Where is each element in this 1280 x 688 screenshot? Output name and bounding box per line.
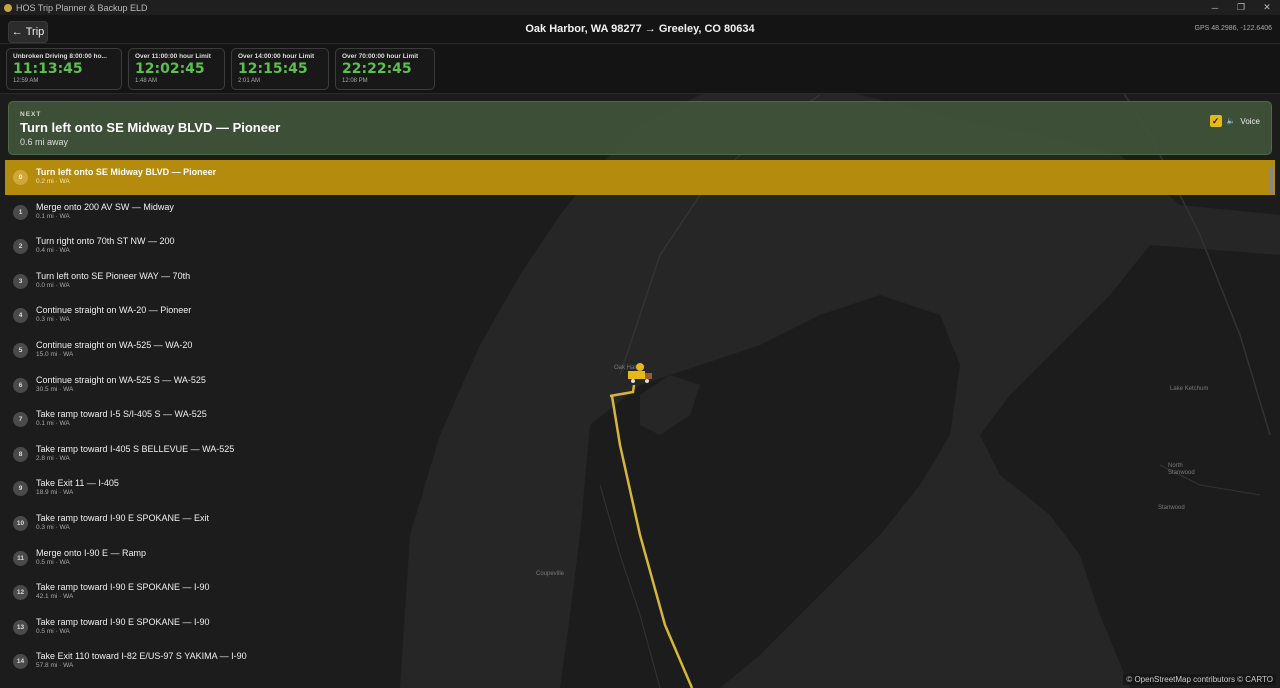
step-number: 12 <box>13 585 28 601</box>
step-row[interactable]: 14 Take Exit 110 toward I-82 E/US-97 S YA… <box>5 644 1275 679</box>
hos-card-14-hour: Over 14:00:00 hour Limit 12:15:45 2:01 A… <box>231 48 329 90</box>
next-instruction-panel: NEXT Turn left onto SE Midway BLVD — Pio… <box>8 101 1272 155</box>
close-icon[interactable]: ✕ <box>1254 0 1280 15</box>
window-titlebar: HOS Trip Planner & Backup ELD ─ ❐ ✕ <box>0 0 1280 15</box>
hos-card-value: 11:13:45 <box>13 61 83 77</box>
step-number: 8 <box>13 446 28 462</box>
hos-card-label: Over 14:00:00 hour Limit <box>238 53 315 60</box>
step-instruction: Turn left onto SE Pioneer WAY — 70th <box>36 270 191 281</box>
step-meta: 2.8 mi · WA <box>36 454 70 462</box>
step-row[interactable]: 12 Take ramp toward I-90 E SPOKANE — I-90… <box>5 575 1275 610</box>
app-logo-icon <box>4 3 12 12</box>
step-instruction: Take Exit 11 — I-405 <box>36 478 119 489</box>
voice-checkbox[interactable]: ✓ <box>1209 115 1222 127</box>
step-number: 0 <box>13 170 28 185</box>
hos-card-time: 2:01 AM <box>238 78 261 84</box>
maximize-icon[interactable]: ❐ <box>1228 0 1254 15</box>
step-instruction: Merge onto 200 AV SW — Midway <box>36 201 174 212</box>
window-title: HOS Trip Planner & Backup ELD <box>16 2 148 13</box>
step-row[interactable]: 7 Take ramp toward I-5 S/I-405 S — WA-525… <box>5 402 1275 437</box>
step-number: 14 <box>13 654 28 670</box>
step-number: 3 <box>13 273 28 289</box>
steps-scrollbar[interactable] <box>1270 166 1273 194</box>
hos-card-time: 12:08 PM <box>342 78 368 84</box>
hos-card-time: 1:48 AM <box>135 78 158 84</box>
step-row[interactable]: 5 Continue straight on WA-525 — WA-20 15.0… <box>5 333 1275 368</box>
step-meta: 0.1 mi · WA <box>36 420 70 428</box>
step-row[interactable]: 9 Take Exit 11 — I-405 18.9 mi · WA <box>5 471 1275 506</box>
step-number: 5 <box>13 342 28 358</box>
step-row[interactable]: 1 Merge onto 200 AV SW — Midway 0.1 mi · W… <box>5 195 1275 230</box>
step-row[interactable]: 11 Merge onto I-90 E — Ramp 0.5 mi · WA <box>5 541 1275 576</box>
step-meta: 15.0 mi · WA <box>36 350 74 358</box>
hos-card-70-hour: Over 70:00:00 hour Limit 22:22:45 12:08 … <box>335 48 435 90</box>
voice-toggle[interactable]: ✓ 🔈 Voice <box>1209 115 1260 127</box>
hos-card-unbroken-driving: Unbroken Driving 8:00:00 ho... 11:13:45 … <box>6 48 122 90</box>
gps-coordinates: GPS 48.2986, -122.6406 <box>1194 25 1272 32</box>
step-number: 11 <box>13 550 28 566</box>
speaker-icon: 🔈 <box>1226 118 1236 125</box>
step-number: 1 <box>13 204 28 220</box>
turn-by-turn-list[interactable]: 0 Turn left onto SE Midway BLVD — Pioneer… <box>5 160 1275 688</box>
step-meta: 0.4 mi · WA <box>36 247 70 255</box>
step-meta: 0.1 mi · WA <box>36 212 70 220</box>
step-meta: 0.3 mi · WA <box>36 316 70 324</box>
step-instruction: Take ramp toward I-90 E SPOKANE — Exit <box>36 512 210 523</box>
step-number: 2 <box>13 239 28 255</box>
step-meta: 0.5 mi · WA <box>36 558 70 566</box>
next-label: NEXT <box>20 111 42 118</box>
step-number: 9 <box>13 481 28 497</box>
hos-card-value: 12:15:45 <box>238 61 308 77</box>
step-number: 6 <box>13 377 28 393</box>
step-row[interactable]: 0 Turn left onto SE Midway BLVD — Pioneer… <box>5 160 1275 195</box>
route-title: Oak Harbor, WA 98277 → Greeley, CO 80634 <box>525 23 755 35</box>
next-instruction: Turn left onto SE Midway BLVD — Pioneer <box>20 120 281 135</box>
step-instruction: Take ramp toward I-90 E SPOKANE — I-90 <box>36 582 210 593</box>
route-header: ← Trip Oak Harbor, WA 98277 → Greeley, C… <box>0 15 1280 44</box>
step-instruction: Continue straight on WA-525 S — WA-525 <box>36 374 206 385</box>
step-instruction: Take ramp toward I-5 S/I-405 S — WA-525 <box>36 409 207 420</box>
step-row[interactable]: 13 Take ramp toward I-90 E SPOKANE — I-90… <box>5 610 1275 645</box>
step-row[interactable]: 2 Turn right onto 70th ST NW — 200 0.4 mi … <box>5 229 1275 264</box>
step-meta: 0.3 mi · WA <box>36 523 70 531</box>
step-number: 7 <box>13 412 28 428</box>
step-number: 13 <box>13 619 28 635</box>
hos-card-value: 12:02:45 <box>135 61 205 77</box>
step-meta: 30.5 mi · WA <box>36 385 74 393</box>
step-instruction: Turn left onto SE Midway BLVD — Pioneer <box>36 167 217 177</box>
hos-timers-bar: Unbroken Driving 8:00:00 ho... 11:13:45 … <box>0 44 1280 94</box>
next-distance: 0.6 mi away <box>20 137 69 147</box>
step-meta: 0.5 mi · WA <box>36 627 70 635</box>
hos-card-label: Unbroken Driving 8:00:00 ho... <box>13 53 107 60</box>
step-number: 10 <box>13 515 28 531</box>
step-meta: 57.8 mi · WA <box>36 662 74 670</box>
hos-card-time: 12:59 AM <box>13 78 39 84</box>
hos-card-label: Over 11:00:00 hour Limit <box>135 53 211 60</box>
voice-label: Voice <box>1240 116 1260 126</box>
step-row[interactable]: 10 Take ramp toward I-90 E SPOKANE — Exit… <box>5 506 1275 541</box>
step-meta: 0.2 mi · WA <box>36 178 70 185</box>
step-row[interactable]: 3 Turn left onto SE Pioneer WAY — 70th 0.0… <box>5 264 1275 299</box>
step-row[interactable]: 4 Continue straight on WA-20 — Pioneer 0.3… <box>5 298 1275 333</box>
step-instruction: Take Exit 110 toward I-82 E/US-97 S YAKI… <box>36 651 247 662</box>
step-meta: 0.0 mi · WA <box>36 281 70 289</box>
step-instruction: Take ramp toward I-90 E SPOKANE — I-90 <box>36 616 210 627</box>
minimize-icon[interactable]: ─ <box>1202 0 1228 15</box>
hos-card-11-hour: Over 11:00:00 hour Limit 12:02:45 1:48 A… <box>128 48 225 90</box>
hos-card-label: Over 70:00:00 hour Limit <box>342 53 419 60</box>
step-instruction: Turn right onto 70th ST NW — 200 <box>36 236 175 247</box>
step-meta: 18.9 mi · WA <box>36 489 74 497</box>
step-instruction: Continue straight on WA-525 — WA-20 <box>36 339 193 350</box>
hos-card-value: 22:22:45 <box>342 61 412 77</box>
step-row[interactable]: 6 Continue straight on WA-525 S — WA-525 3… <box>5 368 1275 403</box>
step-meta: 42.1 mi · WA <box>36 593 74 601</box>
step-number: 4 <box>13 308 28 324</box>
step-instruction: Take ramp toward I-405 S BELLEVUE — WA-5… <box>36 443 235 454</box>
step-instruction: Continue straight on WA-20 — Pioneer <box>36 305 192 316</box>
step-row[interactable]: 8 Take ramp toward I-405 S BELLEVUE — WA-… <box>5 437 1275 472</box>
step-instruction: Merge onto I-90 E — Ramp <box>36 547 147 558</box>
